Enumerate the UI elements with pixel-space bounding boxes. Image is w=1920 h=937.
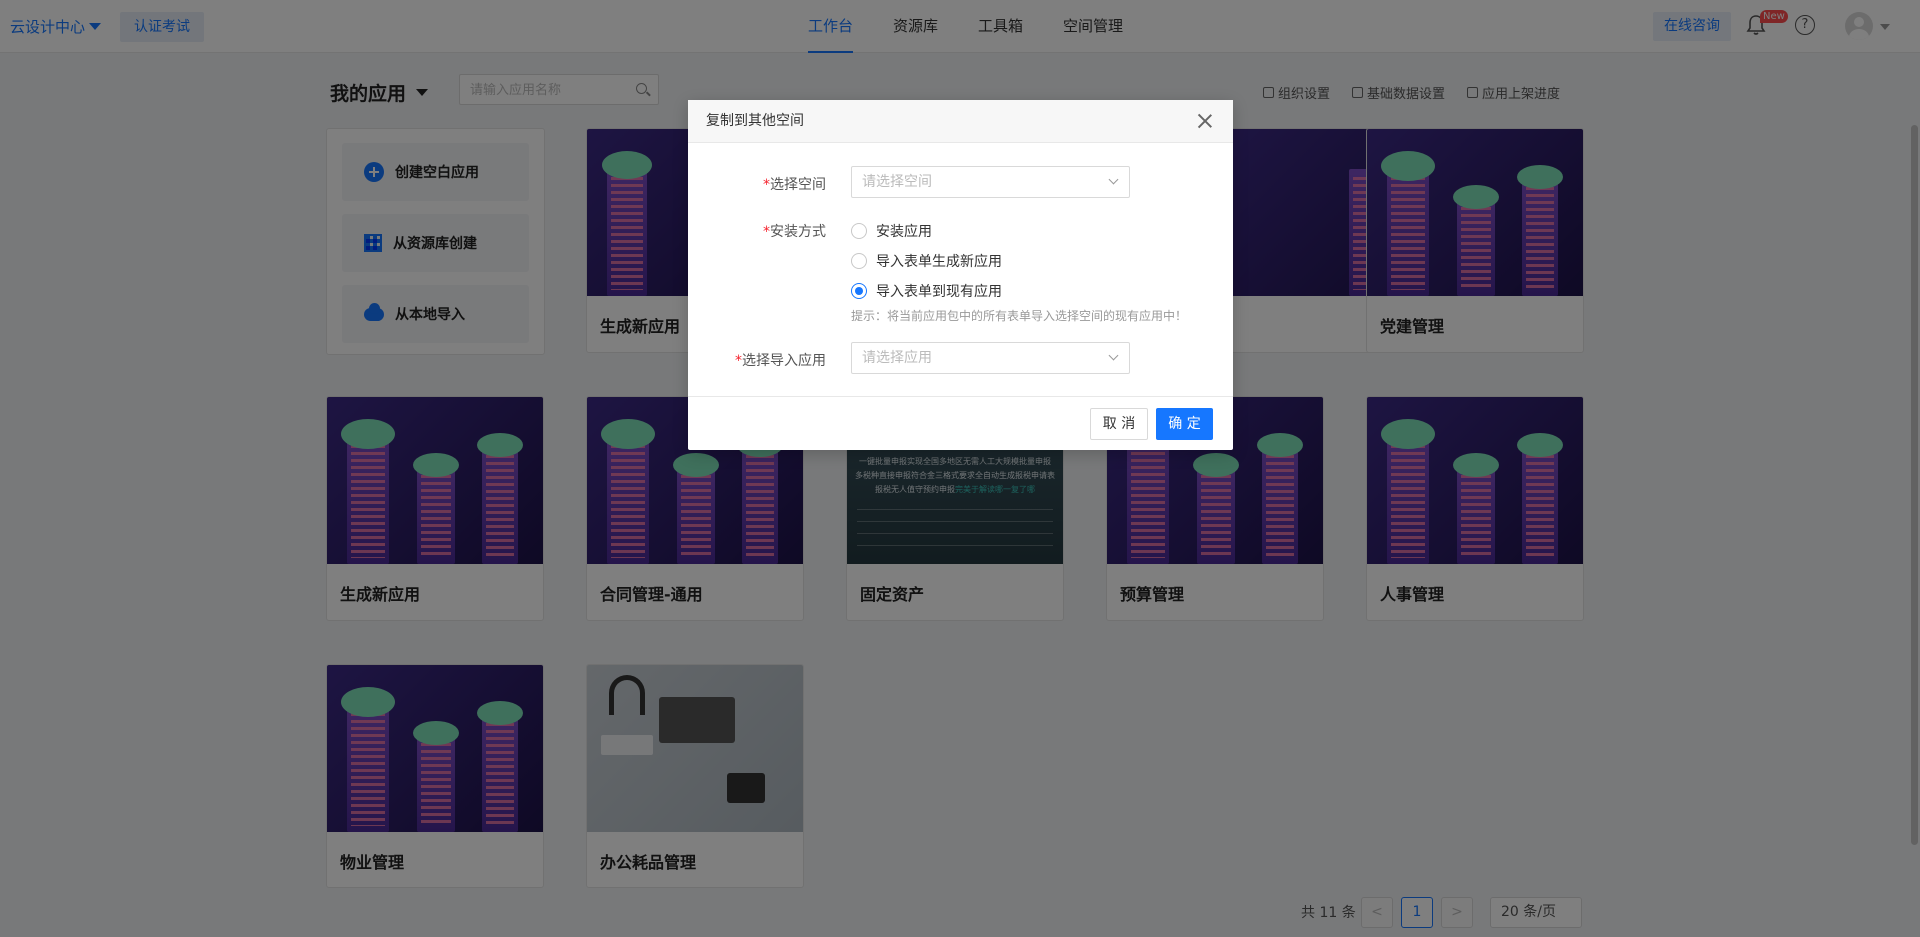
confirm-button[interactable]: 确 定	[1156, 408, 1213, 440]
install-hint: 提示：将当前应用包中的所有表单导入选择空间的现有应用中！	[851, 309, 1188, 323]
import-app-select[interactable]: 请选择应用	[851, 342, 1130, 374]
radio-import-existing-app[interactable]: 导入表单到现有应用	[851, 281, 1002, 301]
chevron-down-icon	[1108, 174, 1119, 185]
radio-install-app[interactable]: 安装应用	[851, 221, 932, 241]
dialog-header: 复制到其他空间	[688, 100, 1233, 143]
install-method-label: *安装方式	[763, 224, 826, 240]
radio-icon[interactable]	[851, 223, 867, 239]
copy-to-space-dialog: 复制到其他空间 *选择空间 请选择空间 *安装方式 安装应用 导入表单生成新应用…	[688, 100, 1233, 450]
radio-import-new-app[interactable]: 导入表单生成新应用	[851, 251, 1002, 271]
space-select[interactable]: 请选择空间	[851, 166, 1130, 198]
import-app-label: *选择导入应用	[735, 353, 826, 369]
close-icon[interactable]	[1197, 113, 1213, 129]
dialog-title: 复制到其他空间	[706, 113, 804, 129]
radio-icon[interactable]	[851, 283, 867, 299]
space-label: *选择空间	[763, 177, 826, 193]
radio-icon[interactable]	[851, 253, 867, 269]
chevron-down-icon	[1108, 350, 1119, 361]
cancel-button[interactable]: 取 消	[1090, 408, 1148, 440]
dialog-footer: 取 消 确 定	[688, 396, 1233, 450]
